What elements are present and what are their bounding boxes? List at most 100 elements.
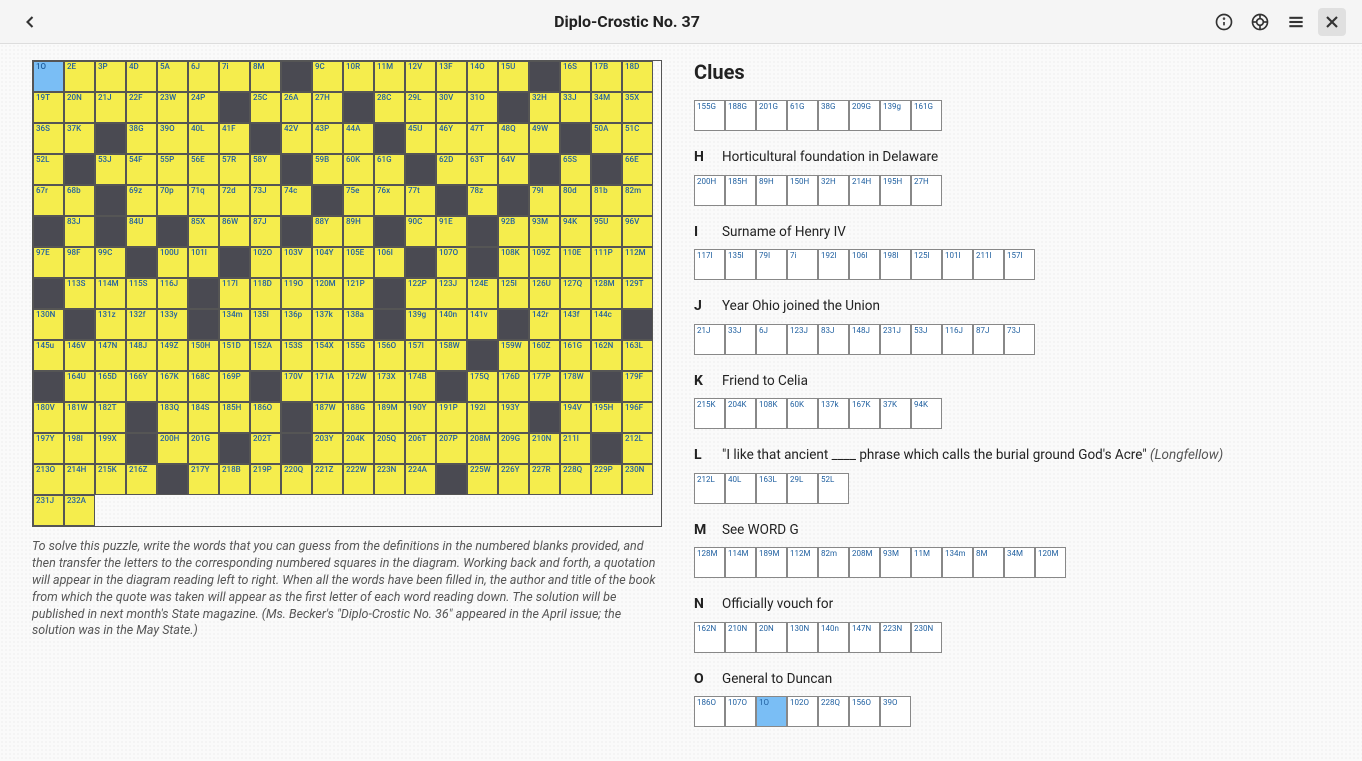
grid-cell[interactable]: 53J	[95, 154, 126, 185]
answer-cell[interactable]: 32H	[818, 175, 849, 206]
grid-cell[interactable]: 203Y	[312, 433, 343, 464]
answer-row[interactable]: 155G188G201G61G38G209G139g161G	[694, 100, 1330, 131]
grid-cell[interactable]: 169P	[219, 371, 250, 402]
grid-cell[interactable]: 47T	[467, 123, 498, 154]
grid-cell[interactable]: 217Y	[188, 464, 219, 495]
answer-cell[interactable]: 156O	[849, 696, 880, 727]
grid-cell[interactable]: 187W	[312, 402, 343, 433]
grid-cell[interactable]: 70p	[157, 185, 188, 216]
grid-cell[interactable]: 190Y	[405, 402, 436, 433]
answer-row[interactable]: 212L40L163L29L52L	[694, 473, 1330, 504]
answer-cell[interactable]: 125I	[911, 249, 942, 280]
grid-cell[interactable]: 136p	[281, 309, 312, 340]
grid-cell[interactable]: 116J	[157, 278, 188, 309]
grid-cell[interactable]: 24P	[188, 92, 219, 123]
grid-cell[interactable]: 132f	[126, 309, 157, 340]
grid-cell[interactable]: 72d	[219, 185, 250, 216]
grid-cell[interactable]: 7i	[219, 61, 250, 92]
grid-cell[interactable]: 69z	[126, 185, 157, 216]
grid-cell[interactable]: 43P	[312, 123, 343, 154]
grid-cell[interactable]: 171A	[312, 371, 343, 402]
grid-cell[interactable]: 196F	[622, 402, 653, 433]
grid-cell[interactable]: 115S	[126, 278, 157, 309]
grid-cell[interactable]: 45U	[405, 123, 436, 154]
grid-cell[interactable]: 129T	[622, 278, 653, 309]
grid-cell[interactable]: 71q	[188, 185, 219, 216]
answer-row[interactable]: 117I135I79I7i192I106I198I125I101I211I157…	[694, 249, 1330, 280]
grid-cell[interactable]: 21J	[95, 92, 126, 123]
grid-cell[interactable]: 195H	[591, 402, 622, 433]
grid-cell[interactable]: 151D	[219, 340, 250, 371]
answer-cell[interactable]: 167K	[849, 398, 880, 429]
grid-cell[interactable]: 121P	[343, 278, 374, 309]
grid-cell[interactable]: 180V	[33, 402, 64, 433]
grid-cell[interactable]: 25C	[250, 92, 281, 123]
grid-cell[interactable]: 11M	[374, 61, 405, 92]
crossword-grid[interactable]: 1O2E3P4D5A6J7i8M9C10R11M12V13F14O15U16S1…	[32, 60, 662, 527]
grid-cell[interactable]: 219P	[250, 464, 281, 495]
grid-cell[interactable]: 74c	[281, 185, 312, 216]
grid-cell[interactable]: 78z	[467, 185, 498, 216]
grid-cell[interactable]: 56E	[188, 154, 219, 185]
answer-cell[interactable]: 7i	[787, 249, 818, 280]
grid-cell[interactable]: 138a	[343, 309, 374, 340]
grid-cell[interactable]: 174B	[405, 371, 436, 402]
answer-row[interactable]: 186O107O1O102O228Q156O39O	[694, 696, 1330, 727]
grid-cell[interactable]: 14O	[467, 61, 498, 92]
answer-cell[interactable]: 128M	[694, 547, 725, 578]
grid-cell[interactable]: 122P	[405, 278, 436, 309]
grid-cell[interactable]: 59B	[312, 154, 343, 185]
grid-cell[interactable]: 123J	[436, 278, 467, 309]
grid-cell[interactable]: 106I	[374, 247, 405, 278]
answer-cell[interactable]: 87J	[973, 324, 1004, 355]
answer-cell[interactable]: 198I	[880, 249, 911, 280]
answer-cell[interactable]: 212L	[694, 473, 725, 504]
answer-cell[interactable]: 8M	[973, 547, 1004, 578]
grid-cell[interactable]: 150H	[188, 340, 219, 371]
answer-cell[interactable]: 89H	[756, 175, 787, 206]
grid-cell[interactable]: 23W	[157, 92, 188, 123]
answer-cell[interactable]: 37K	[880, 398, 911, 429]
grid-cell[interactable]: 66E	[622, 154, 653, 185]
grid-cell[interactable]: 109Z	[529, 247, 560, 278]
grid-cell[interactable]: 95U	[591, 216, 622, 247]
grid-cell[interactable]: 135I	[250, 309, 281, 340]
grid-cell[interactable]: 113S	[64, 278, 95, 309]
answer-cell[interactable]: 33J	[725, 324, 756, 355]
answer-cell[interactable]: 163L	[756, 473, 787, 504]
grid-cell[interactable]: 92B	[498, 216, 529, 247]
grid-cell[interactable]: 96V	[622, 216, 653, 247]
grid-cell[interactable]: 153S	[281, 340, 312, 371]
grid-cell[interactable]: 28C	[374, 92, 405, 123]
grid-cell[interactable]: 168C	[188, 371, 219, 402]
grid-cell[interactable]: 162N	[591, 340, 622, 371]
grid-cell[interactable]: 146V	[64, 340, 95, 371]
grid-cell[interactable]: 33J	[560, 92, 591, 123]
grid-cell[interactable]: 82m	[622, 185, 653, 216]
grid-cell[interactable]: 175Q	[467, 371, 498, 402]
grid-cell[interactable]: 97E	[33, 247, 64, 278]
grid-cell[interactable]: 140n	[436, 309, 467, 340]
answer-cell[interactable]: 134m	[942, 547, 973, 578]
grid-cell[interactable]: 191P	[436, 402, 467, 433]
grid-cell[interactable]: 22F	[126, 92, 157, 123]
answer-cell[interactable]: 27H	[911, 175, 942, 206]
grid-cell[interactable]: 182T	[95, 402, 126, 433]
answer-row[interactable]: 162N210N20N130N140n147N223N230N	[694, 622, 1330, 653]
close-button[interactable]	[1318, 8, 1346, 36]
answer-cell[interactable]: 130N	[787, 622, 818, 653]
grid-cell[interactable]: 215K	[95, 464, 126, 495]
answer-row[interactable]: 21J33J6J123J83J148J231J53J116J87J73J	[694, 324, 1330, 355]
grid-cell[interactable]: 154X	[312, 340, 343, 371]
grid-cell[interactable]: 31O	[467, 92, 498, 123]
grid-cell[interactable]: 87J	[250, 216, 281, 247]
menu-icon[interactable]	[1282, 8, 1310, 36]
grid-cell[interactable]: 173X	[374, 371, 405, 402]
grid-cell[interactable]: 107O	[436, 247, 467, 278]
grid-cell[interactable]: 205Q	[374, 433, 405, 464]
grid-cell[interactable]: 103V	[281, 247, 312, 278]
answer-cell[interactable]: 204K	[725, 398, 756, 429]
answer-cell[interactable]: 150H	[787, 175, 818, 206]
grid-cell[interactable]: 176D	[498, 371, 529, 402]
grid-cell[interactable]: 125I	[498, 278, 529, 309]
